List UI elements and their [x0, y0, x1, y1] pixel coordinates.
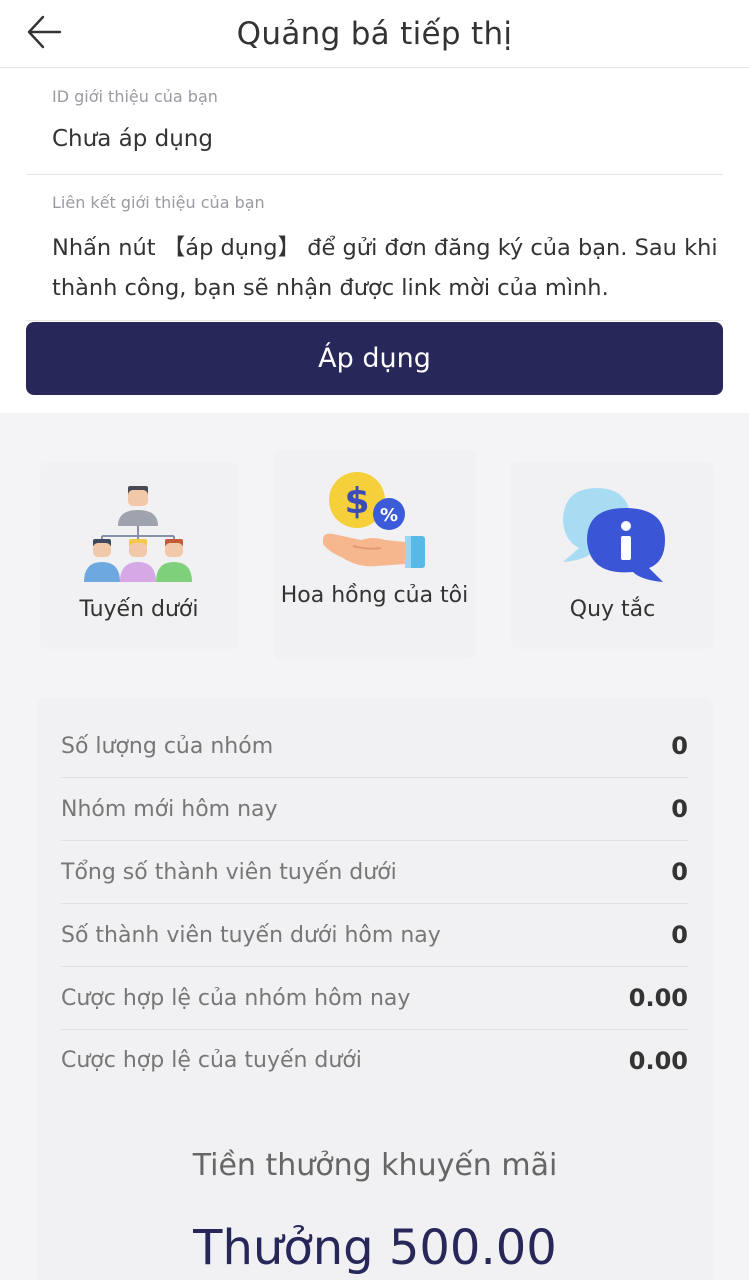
stat-label: Tổng số thành viên tuyến dưới	[61, 859, 397, 885]
team-hierarchy-icon	[84, 486, 192, 582]
stat-value: 0.00	[628, 984, 688, 1012]
svg-text:$: $	[344, 481, 369, 522]
app-header: Quảng bá tiếp thị	[0, 0, 749, 68]
stat-value: 0	[671, 732, 688, 760]
stat-value: 0	[671, 858, 688, 886]
downline-card[interactable]: Tuyến dưới	[40, 462, 238, 649]
referral-link-value: Nhấn nút 【áp dụng】 để gửi đơn đăng ký củ…	[52, 235, 718, 301]
svg-text:%: %	[380, 505, 398, 526]
commission-card[interactable]: $ % Hoa hồng của tôi	[273, 450, 476, 659]
referral-id-value: Chưa áp dụng	[52, 126, 213, 152]
team-stats-panel: Số lượng của nhóm 0 Nhóm mới hôm nay 0 T…	[37, 698, 713, 1280]
stat-row: Nhóm mới hôm nay 0	[61, 778, 688, 841]
commission-label: Hoa hồng của tôi	[280, 583, 469, 608]
referral-link-label: Liên kết giới thiệu của bạn	[52, 193, 265, 212]
stat-value: 0	[671, 921, 688, 949]
page-title: Quảng bá tiếp thị	[236, 15, 513, 52]
stat-value: 0	[671, 795, 688, 823]
stat-label: Nhóm mới hôm nay	[61, 796, 278, 822]
stat-row: Số thành viên tuyến dưới hôm nay 0	[61, 904, 688, 967]
page: Quảng bá tiếp thị ID giới thiệu của bạn …	[0, 0, 749, 1280]
stat-row: Số lượng của nhóm 0	[61, 715, 688, 778]
stat-label: Cược hợp lệ của tuyến dưới	[61, 1048, 362, 1073]
back-button[interactable]	[22, 12, 66, 52]
apply-button[interactable]: Áp dụng	[26, 322, 723, 395]
stat-row: Tổng số thành viên tuyến dưới 0	[61, 841, 688, 904]
stat-label: Số lượng của nhóm	[61, 733, 274, 759]
rules-card[interactable]: Quy tắc	[511, 462, 714, 649]
stat-value: 0.00	[628, 1046, 688, 1075]
info-chat-icon	[563, 488, 665, 582]
promo-bonus-value: Thưởng 500.00	[193, 1220, 557, 1276]
arrow-left-icon	[27, 15, 62, 49]
downline-label: Tuyến dưới	[79, 597, 199, 622]
stat-label: Số thành viên tuyến dưới hôm nay	[61, 922, 441, 948]
stat-label: Cược hợp lệ của nhóm hôm nay	[61, 985, 411, 1011]
divider	[26, 174, 723, 175]
stat-row: Cược hợp lệ của tuyến dưới 0.00	[61, 1029, 688, 1092]
commission-hand-icon: $ %	[323, 472, 425, 568]
stat-row: Cược hợp lệ của nhóm hôm nay 0.00	[61, 967, 688, 1030]
rules-label: Quy tắc	[569, 597, 656, 622]
promo-bonus-title: Tiền thưởng khuyến mãi	[192, 1148, 558, 1183]
divider	[26, 320, 723, 321]
referral-id-label: ID giới thiệu của bạn	[52, 87, 218, 106]
